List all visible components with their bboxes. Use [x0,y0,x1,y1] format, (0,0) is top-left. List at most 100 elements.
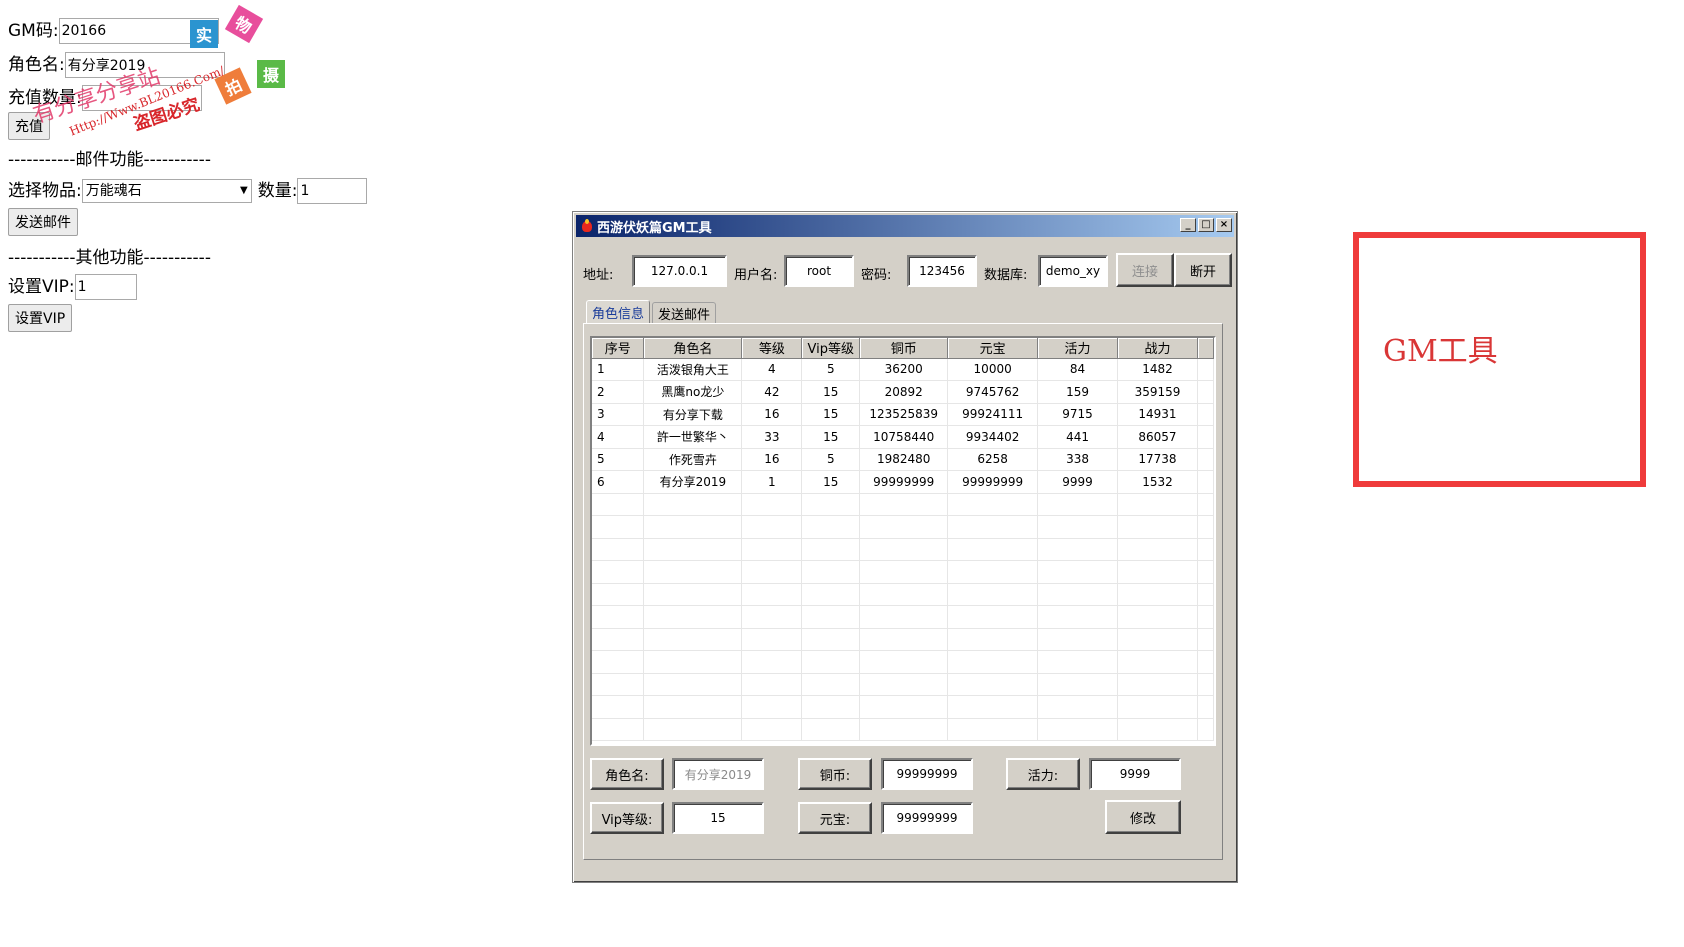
edit-copper-field[interactable]: 99999999 [881,758,973,790]
cell-copper [859,605,949,629]
cell-ingot: 10000 [947,358,1039,381]
select-item-label: 选择物品: [8,181,82,201]
cell-role-name [643,560,743,584]
quantity-input[interactable] [297,178,368,204]
column-header-vip-level[interactable]: Vip等级 [801,338,861,359]
cell-copper [859,560,949,584]
cell-ingot: 9934402 [947,425,1039,449]
cell-level [741,493,803,516]
cell-level: 1 [741,470,803,494]
cell-copper [859,695,949,719]
quantity-label: 数量: [257,181,298,201]
table-row[interactable]: 3 有分享下载 16 15 123525839 99924111 9715 14931 [592,403,1214,426]
cell-vip-level: 15 [801,403,861,426]
cell-power [1117,493,1198,516]
watermark-badge-real: 实 [190,20,218,48]
column-header-role-name[interactable]: 角色名 [643,338,743,359]
column-header-index[interactable]: 序号 [592,338,645,359]
cell-index: 1 [592,358,645,381]
table-row-empty[interactable] [592,628,1214,651]
cell-vip-level: 15 [801,470,861,494]
role-info-tab-panel: 序号 角色名 等级 Vip等级 铜币 元宝 活力 战力 1 活泼银角大王 4 5 362… [583,323,1223,860]
column-header-copper[interactable]: 铜币 [859,338,949,359]
table-row-empty[interactable] [592,493,1214,516]
send-mail-button[interactable]: 发送邮件 [8,208,78,236]
cell-filler [1197,650,1214,674]
table-row-empty[interactable] [592,538,1214,561]
watermark-badge-photo: 摄 [257,60,285,88]
cell-role-name [643,538,743,561]
cell-role-name [643,515,743,539]
cell-filler [1197,380,1214,404]
minimize-button[interactable]: _ [1180,218,1196,232]
table-row-empty[interactable] [592,515,1214,539]
watermark-badge-object: 物 [224,4,264,44]
username-field[interactable]: root [784,255,854,287]
password-field[interactable]: 123456 [907,255,977,287]
cell-copper [859,628,949,651]
disconnect-button[interactable]: 断开 [1174,253,1232,287]
table-row-empty[interactable] [592,673,1214,696]
cell-ingot [947,583,1039,606]
modify-button[interactable]: 修改 [1105,800,1181,834]
cell-level [741,673,803,696]
role-table[interactable]: 序号 角色名 等级 Vip等级 铜币 元宝 活力 战力 1 活泼银角大王 4 5 362… [590,336,1216,746]
table-row[interactable]: 1 活泼银角大王 4 5 36200 10000 84 1482 [592,358,1214,381]
column-header-ingot[interactable]: 元宝 [947,338,1039,359]
gm-code-row: GM码: [8,18,219,44]
edit-vip-level-field[interactable]: 15 [672,802,764,834]
set-vip-label: 设置VIP: [8,277,75,297]
cell-level: 42 [741,380,803,404]
cell-index [592,695,645,719]
cell-role-name: 許一世繁华丶 [643,425,743,449]
table-row-empty[interactable] [592,718,1214,741]
close-button[interactable]: × [1216,218,1232,232]
edit-role-name-field[interactable]: 有分享2019 [672,758,764,790]
table-row[interactable]: 2 黑鹰no龙少 42 15 20892 9745762 159 359159 [592,380,1214,404]
cell-filler [1197,493,1214,516]
cell-vigor [1037,515,1119,539]
cell-level: 4 [741,358,803,381]
cell-level [741,628,803,651]
cell-power [1117,538,1198,561]
window-titlebar[interactable]: 西游伏妖篇GM工具 _ □ × [576,215,1234,237]
cell-power: 14931 [1117,403,1198,426]
cell-vip-level [801,515,861,539]
tab-role-info[interactable]: 角色信息 [586,300,650,324]
edit-ingot-field[interactable]: 99999999 [881,802,973,834]
set-vip-row: 设置VIP: [8,274,137,300]
column-header-vigor[interactable]: 活力 [1037,338,1119,359]
table-row[interactable]: 4 許一世繁华丶 33 15 10758440 9934402 441 86057 [592,425,1214,449]
cell-copper [859,673,949,696]
cell-role-name [643,673,743,696]
column-header-level[interactable]: 等级 [741,338,803,359]
cell-index [592,650,645,674]
table-row-empty[interactable] [592,695,1214,719]
edit-vigor-field[interactable]: 9999 [1089,758,1181,790]
cell-index: 3 [592,403,645,426]
address-field[interactable]: 127.0.0.1 [632,255,727,287]
username-label: 用户名: [734,268,778,283]
table-row[interactable]: 5 作死雪卉 16 5 1982480 6258 338 17738 [592,448,1214,471]
set-vip-button[interactable]: 设置VIP [8,304,73,332]
table-row-empty[interactable] [592,605,1214,629]
select-item-row: 选择物品: 万能魂石 ▼ 数量: [8,178,368,204]
table-row[interactable]: 6 有分享2019 1 15 99999999 99999999 9999 1532 [592,470,1214,494]
cell-vip-level [801,718,861,741]
table-row-empty[interactable] [592,583,1214,606]
set-vip-input[interactable] [74,274,137,300]
database-field[interactable]: demo_xy [1038,255,1108,287]
select-item-dropdown[interactable]: 万能魂石 ▼ [81,179,252,203]
cell-filler [1197,605,1214,629]
table-row-empty[interactable] [592,650,1214,674]
tab-send-mail[interactable]: 发送邮件 [652,302,716,324]
table-row-empty[interactable] [592,560,1214,584]
cell-level: 33 [741,425,803,449]
cell-role-name [643,583,743,606]
maximize-button[interactable]: □ [1198,218,1214,232]
column-header-power[interactable]: 战力 [1117,338,1198,359]
cell-ingot [947,628,1039,651]
cell-vigor [1037,650,1119,674]
connect-button[interactable]: 连接 [1116,253,1174,287]
cell-index [592,515,645,539]
